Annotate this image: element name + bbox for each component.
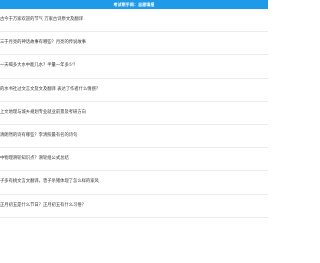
list-item: 清朗然的诗有哪些？李清照最有名的诗句 xyxy=(0,125,268,149)
article-link[interactable]: 的水书社过文言文及文及翻译 表达了作者什么情感？ xyxy=(0,87,100,93)
list-item: 中物理滑轮知识点？滑轮组公式总结 xyxy=(0,148,268,172)
list-item: 古今于万家欢迎的节气 万家古诗原文及翻译 xyxy=(0,9,268,33)
list-item: 正月初五是什么节日？正月初五有什么习俗？ xyxy=(0,195,268,218)
list-item: 三于月亮的神话故事有哪些？月亮的传说故事 xyxy=(0,32,268,56)
article-link[interactable]: 上文地理与城乡规划专业就业前景及考研方向 xyxy=(0,110,86,116)
article-list: 古今于万家欢迎的节气 万家古诗原文及翻译 三于月亮的神话故事有哪些？月亮的传说故… xyxy=(0,9,268,218)
article-link[interactable]: 清朗然的诗有哪些？李清照最有名的诗句 xyxy=(0,133,77,139)
article-link[interactable]: 三于月亮的神话故事有哪些？月亮的传说故事 xyxy=(0,40,86,46)
article-link[interactable]: 一天喝多大水中能几水？半量一年多少？ xyxy=(0,63,77,69)
article-link[interactable]: 正月初五是什么节日？正月初五有什么习俗？ xyxy=(0,203,86,209)
list-item: 上文地理与城乡规划专业就业前景及考研方向 xyxy=(0,102,268,125)
list-item: 子多有桃文言文翻译，曾子杀猪体现了怎么样的家风 xyxy=(0,171,268,195)
list-item: 一天喝多大水中能几水？半量一年多少？ xyxy=(0,55,268,79)
article-link[interactable]: 古今于万家欢迎的节气 万家古诗原文及翻译 xyxy=(0,17,83,23)
site-header: 考试帮手网：志愿填报 xyxy=(0,0,268,9)
list-item: 的水书社过文言文及文及翻译 表达了作者什么情感？ xyxy=(0,79,268,102)
article-link[interactable]: 中物理滑轮知识点？滑轮组公式总结 xyxy=(0,156,69,162)
article-link[interactable]: 子多有桃文言文翻译，曾子杀猪体现了怎么样的家风 xyxy=(0,179,99,185)
site-title: 考试帮手网：志愿填报 xyxy=(113,2,155,7)
